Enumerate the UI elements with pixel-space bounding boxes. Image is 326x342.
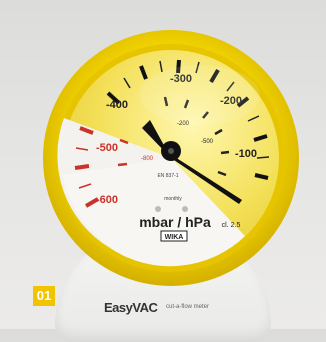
pressure-gauge: -400 -300 -200 -100 -500 -600 -200 -500 … — [43, 30, 299, 286]
brand-logo: WIKA — [165, 234, 184, 241]
dial-screw — [155, 206, 161, 212]
needle-hub-center — [168, 148, 174, 154]
glass-reflection — [140, 65, 260, 125]
standard-text: EN 837-1 — [157, 173, 178, 179]
product-subtitle: cut-a-flow meter — [166, 304, 210, 310]
scale-label-red: -500 — [96, 142, 118, 154]
scale-label: -400 — [106, 99, 128, 111]
service-text: monthly — [164, 196, 182, 202]
product-photo: -400 -300 -200 -100 -500 -600 -200 -500 … — [0, 0, 326, 342]
scale-label: -100 — [235, 148, 257, 160]
dial-screw — [182, 206, 188, 212]
inner-scale-label: -500 — [201, 139, 214, 145]
accuracy-class: cl. 2.5 — [222, 222, 241, 229]
product-brand: EasyVAC — [104, 300, 158, 315]
unit-label: mbar / hPa — [139, 214, 211, 230]
inner-scale-label: -800 — [141, 156, 154, 162]
item-number-badge: 01 — [33, 286, 55, 306]
scale-label-red: -600 — [96, 194, 118, 206]
